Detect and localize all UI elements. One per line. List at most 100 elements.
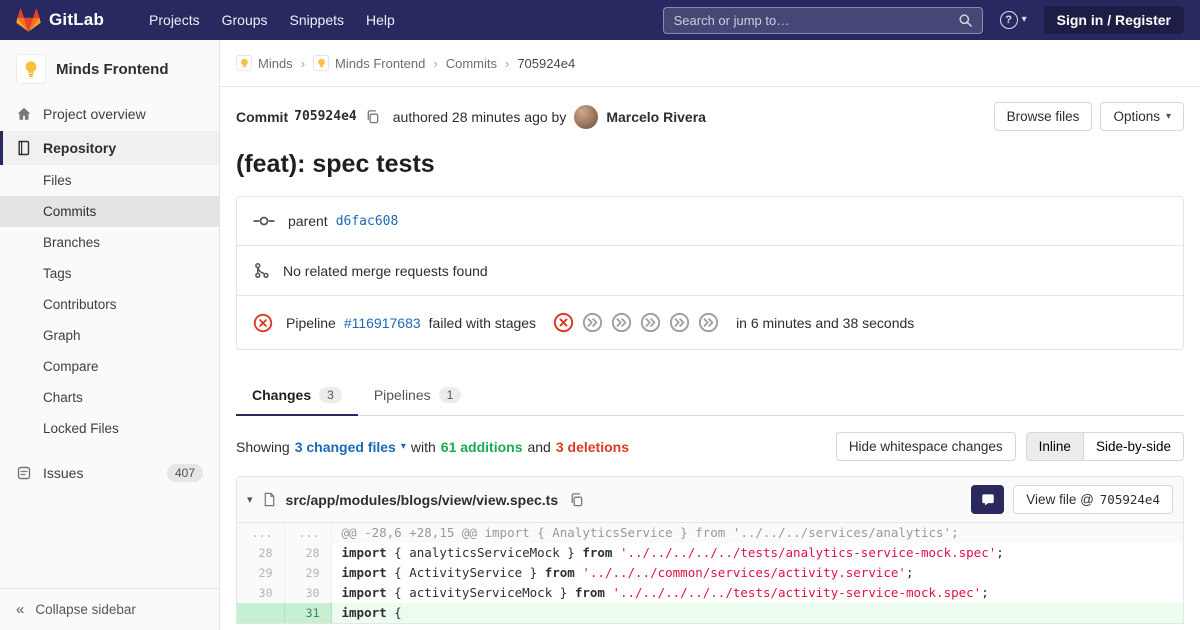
navbar-right: ? ▾ Sign in / Register xyxy=(662,6,1184,34)
navbar-menu: Projects Groups Snippets Help xyxy=(138,0,406,40)
nav-menu-item-projects[interactable]: Projects xyxy=(138,0,211,40)
merge-requests-row: No related merge requests found xyxy=(237,245,1183,295)
top-navbar: GitLab ProjectsGroupsSnippetsHelp ? ▾ Si… xyxy=(0,0,1200,40)
old-line-number[interactable]: 29 xyxy=(237,563,285,583)
commit-info-box: parent d6fac608 No related merge request… xyxy=(236,196,1184,350)
sidebar-item-repository[interactable]: Repository xyxy=(0,131,219,165)
old-line-number[interactable]: ... xyxy=(237,523,285,543)
comment-bubble-icon xyxy=(981,493,995,507)
sidebar-item-commits[interactable]: Commits xyxy=(0,196,219,227)
diff-view-toggle: Inline Side-by-side xyxy=(1025,432,1184,461)
nav-menu-item-groups[interactable]: Groups xyxy=(211,0,279,40)
parent-label: parent xyxy=(288,213,328,229)
double-chevron-left-icon: « xyxy=(16,601,25,618)
new-line-number[interactable]: 31 xyxy=(284,603,332,623)
changed-files-dropdown[interactable]: 3 changed files ▾ xyxy=(295,439,406,455)
additions-count: 61 additions xyxy=(440,438,523,455)
breadcrumb-item-minds[interactable]: Minds xyxy=(236,55,293,71)
code-token: '../../../common/services/activity.servi… xyxy=(582,565,906,580)
new-line-number[interactable]: 29 xyxy=(284,563,332,583)
help-dropdown[interactable]: ? ▾ xyxy=(999,11,1027,29)
old-line-number[interactable]: 28 xyxy=(237,543,285,563)
view-file-button[interactable]: View file @ 705924e4 xyxy=(1013,485,1173,514)
sidebar-item-graph[interactable]: Graph xyxy=(0,320,219,351)
brand-name: GitLab xyxy=(49,10,105,29)
parent-sha-link[interactable]: d6fac608 xyxy=(336,214,399,229)
commit-label: Commit xyxy=(236,108,289,125)
browse-files-button[interactable]: Browse files xyxy=(993,102,1093,131)
old-line-number[interactable] xyxy=(237,603,285,623)
author-name-link[interactable]: Marcelo Rivera xyxy=(606,109,706,125)
pipeline-id-link[interactable]: #116917683 xyxy=(344,315,421,331)
copy-file-path-button[interactable] xyxy=(569,492,584,507)
pipeline-duration-text: in 6 minutes and 38 seconds xyxy=(736,314,915,331)
breadcrumb-label: Minds Frontend xyxy=(335,55,426,71)
tab-changes[interactable]: Changes 3 xyxy=(236,376,358,416)
breadcrumb-item-minds-frontend[interactable]: Minds Frontend xyxy=(313,55,425,71)
project-name: Minds Frontend xyxy=(56,60,169,78)
new-line-number[interactable]: 30 xyxy=(284,583,332,603)
pipeline-failed-icon[interactable] xyxy=(253,313,273,333)
diff-file-box: ▾ src/app/modules/blogs/view/view.spec.t… xyxy=(236,476,1184,624)
sidebar-item-compare[interactable]: Compare xyxy=(0,351,219,382)
toggle-comments-button[interactable] xyxy=(971,485,1005,514)
sidebar-item-contributors[interactable]: Contributors xyxy=(0,289,219,320)
hide-whitespace-button[interactable]: Hide whitespace changes xyxy=(835,432,1016,461)
diff-summary-text: Showing 3 changed files ▾ with 61 additi… xyxy=(236,439,629,455)
home-icon xyxy=(16,106,32,122)
old-line-number[interactable]: 30 xyxy=(237,583,285,603)
pipeline-stage-skipped-icon[interactable] xyxy=(611,312,632,333)
new-line-number[interactable]: ... xyxy=(284,523,332,543)
search-icon[interactable] xyxy=(958,13,973,28)
sidebar-item-charts[interactable]: Charts xyxy=(0,382,219,413)
pipeline-stage-skipped-icon[interactable] xyxy=(582,312,603,333)
pipeline-stage-skipped-icon[interactable] xyxy=(640,312,661,333)
author-avatar[interactable] xyxy=(574,104,599,129)
pipeline-status-text: failed with stages xyxy=(428,314,537,331)
nav-menu-item-help[interactable]: Help xyxy=(355,0,406,40)
pipeline-stage-skipped-icon[interactable] xyxy=(669,312,690,333)
sidebar-item-branches[interactable]: Branches xyxy=(0,227,219,258)
breadcrumb-item-commits[interactable]: Commits xyxy=(446,56,497,71)
gitlab-tanuki-icon xyxy=(16,8,41,33)
sidebar-item-locked-files[interactable]: Locked Files xyxy=(0,413,219,444)
sidebar-item-files[interactable]: Files xyxy=(0,165,219,196)
tab-pipelines[interactable]: Pipelines 1 xyxy=(358,376,478,415)
commit-header-row: Commit 705924e4 authored 28 minutes ago … xyxy=(236,102,1184,131)
merge-request-icon xyxy=(253,262,270,279)
code-token: { analyticsServiceMock } xyxy=(386,545,583,560)
breadcrumb-item-705924e4[interactable]: 705924e4 xyxy=(517,56,575,71)
tab-label: Pipelines xyxy=(373,387,431,403)
view-file-sha: 705924e4 xyxy=(1099,492,1160,507)
inline-view-button[interactable]: Inline xyxy=(1025,432,1084,461)
sidebar-item-issues[interactable]: Issues 407 xyxy=(0,455,219,491)
collapse-sidebar-button[interactable]: « Collapse sidebar xyxy=(0,588,219,630)
code-token: import xyxy=(341,545,387,560)
file-icon xyxy=(262,492,277,507)
breadcrumb-label: Commits xyxy=(445,55,497,71)
showing-label: Showing xyxy=(236,438,290,455)
sidebar-item-project-overview[interactable]: Project overview xyxy=(0,97,219,131)
collapse-diff-icon[interactable]: ▾ xyxy=(247,493,253,506)
diff-table-body: ...... @@ -28,6 +28,15 @@ import { Analyt… xyxy=(237,523,1183,623)
gitlab-home-link[interactable]: GitLab xyxy=(16,8,104,33)
side-by-side-view-button[interactable]: Side-by-side xyxy=(1082,432,1184,461)
nav-menu-item-snippets[interactable]: Snippets xyxy=(279,0,355,40)
sidebar-item-tags[interactable]: Tags xyxy=(0,258,219,289)
authored-text: authored 28 minutes ago by xyxy=(392,108,567,125)
new-line-number[interactable]: 28 xyxy=(284,543,332,563)
help-icon: ? xyxy=(999,11,1018,29)
diff-file-path[interactable]: src/app/modules/blogs/view/view.spec.ts xyxy=(286,492,559,508)
pipeline-stage-failed-icon[interactable] xyxy=(553,312,574,333)
project-context-link[interactable]: Minds Frontend xyxy=(0,40,219,97)
copy-sha-button[interactable] xyxy=(365,109,380,124)
search-input[interactable] xyxy=(663,12,958,28)
view-file-label: View file @ xyxy=(1026,492,1094,507)
commit-meta: Commit 705924e4 authored 28 minutes ago … xyxy=(236,104,706,129)
code-token: import xyxy=(341,605,387,620)
sign-in-button[interactable]: Sign in / Register xyxy=(1043,6,1184,34)
pipeline-stage-skipped-icon[interactable] xyxy=(698,312,719,333)
search-box[interactable] xyxy=(662,6,983,34)
options-dropdown-button[interactable]: Options ▾ xyxy=(1100,102,1184,131)
diff-line: 31 import { xyxy=(237,603,1183,623)
